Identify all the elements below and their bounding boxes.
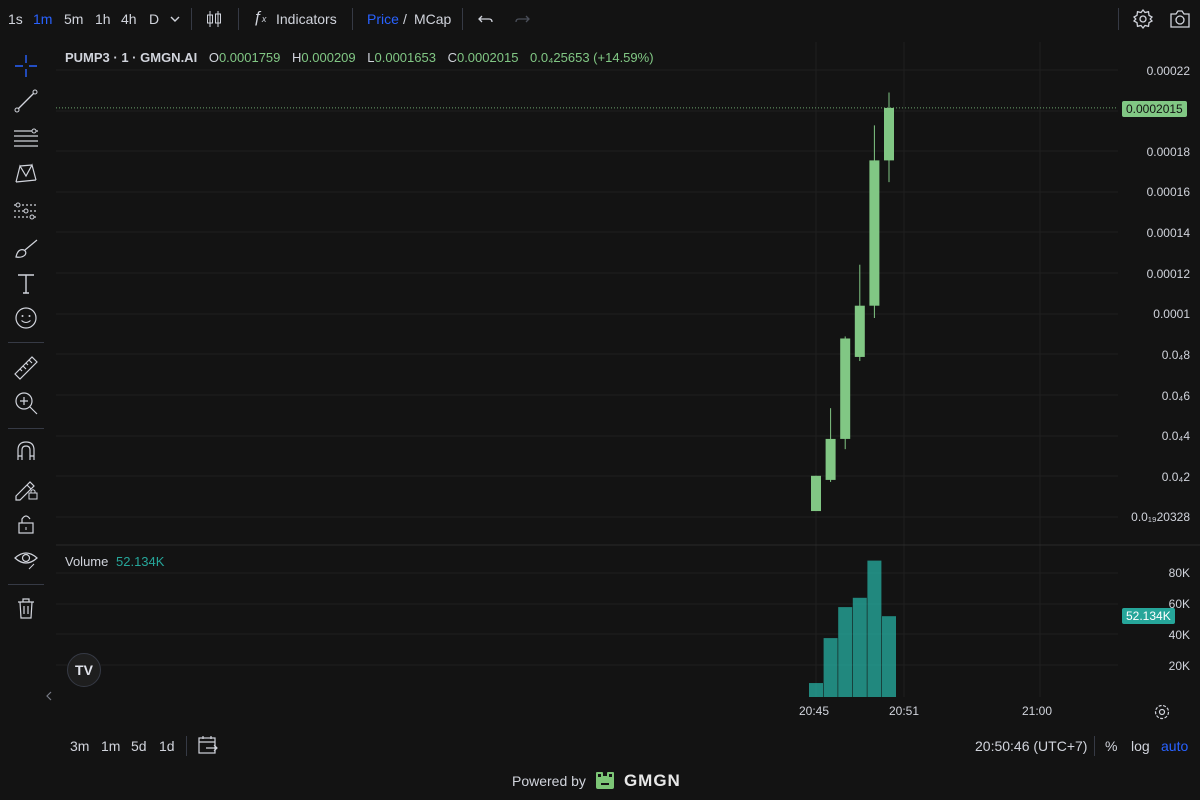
volume-bar: [823, 638, 838, 697]
prediction-icon[interactable]: [12, 197, 40, 225]
candle-body: [825, 438, 836, 480]
trash-icon[interactable]: [12, 594, 40, 622]
toggle-slash: /: [403, 11, 407, 27]
symbol-label[interactable]: PUMP3 · 1 · GMGN.AI: [65, 50, 197, 65]
trend-line-icon[interactable]: [12, 87, 40, 115]
price-axis-label: 0.00022: [1146, 64, 1190, 78]
redo-icon[interactable]: [512, 9, 532, 29]
candle-body: [869, 160, 880, 306]
high-key: H: [292, 50, 302, 65]
timeframe-5m[interactable]: 5m: [64, 11, 83, 27]
volume-bar: [809, 683, 823, 697]
undo-icon[interactable]: [476, 9, 496, 29]
brush-icon[interactable]: [12, 234, 40, 262]
ohlc-legend: PUMP3 · 1 · GMGN.AI O0.0001759 H0.000209…: [65, 50, 654, 65]
timeframe-1m[interactable]: 1m: [33, 11, 52, 27]
price-axis-label: 0.0₁₉20328: [1131, 510, 1190, 524]
emoji-icon[interactable]: [12, 304, 40, 332]
ruler-icon[interactable]: [12, 354, 40, 382]
gmgn-brand: GMGN: [623, 771, 681, 790]
chevron-down-icon[interactable]: [167, 11, 183, 27]
price-axis-label: 0.00016: [1146, 185, 1190, 199]
range-1d[interactable]: 1d: [159, 738, 175, 754]
chart-canvas[interactable]: [56, 42, 1200, 732]
time-axis-label: 20:51: [889, 704, 920, 718]
auto-scale-toggle[interactable]: auto: [1161, 738, 1188, 754]
volume-legend: Volume 52.134K: [65, 554, 164, 569]
indicators-button[interactable]: Indicators: [276, 11, 337, 27]
price-axis-label: 0.00012: [1146, 267, 1190, 281]
range-3m[interactable]: 3m: [70, 738, 89, 754]
top-toolbar: 1s 1m 5m 1h 4h D ƒx Indicators Price / M…: [0, 0, 1200, 38]
eye-icon[interactable]: [12, 545, 40, 573]
volume-bar: [882, 616, 896, 697]
timeframe-d[interactable]: D: [149, 11, 159, 27]
price-axis-label: 0.0₄6: [1161, 389, 1190, 403]
volume-bar: [838, 607, 853, 697]
volume-value: 52.134K: [116, 554, 165, 569]
last-price-tag: 0.0002015: [1122, 101, 1187, 117]
candle-body: [884, 107, 894, 161]
timeframe-1h[interactable]: 1h: [95, 11, 111, 27]
time-axis-label: 21:00: [1022, 704, 1053, 718]
low-value: 0.0001653: [374, 50, 436, 65]
clock-readout[interactable]: 20:50:46 (UTC+7): [975, 738, 1087, 754]
crosshair-icon[interactable]: [12, 52, 40, 80]
bottom-toolbar: 3m 1m 5d 1d 20:50:46 (UTC+7) % log auto: [0, 732, 1200, 760]
candles-icon[interactable]: [204, 9, 224, 29]
camera-icon[interactable]: [1168, 8, 1192, 30]
mcap-toggle[interactable]: MCap: [414, 11, 451, 27]
candle-body: [840, 338, 851, 439]
time-axis-label: 20:45: [799, 704, 830, 718]
last-volume-tag: 52.134K: [1122, 608, 1175, 624]
timeframe-1s[interactable]: 1s: [8, 11, 23, 27]
candle-body: [811, 475, 821, 512]
axis-settings-gear-icon[interactable]: [1153, 703, 1171, 721]
percent-scale-toggle[interactable]: %: [1105, 738, 1117, 754]
price-axis-label: 0.00018: [1146, 145, 1190, 159]
price-axis-label: 0.0₄2: [1161, 470, 1190, 484]
powered-by: Powered by GMGN: [512, 770, 681, 792]
high-value: 0.000209: [301, 50, 356, 65]
lock-drawing-icon[interactable]: [12, 474, 40, 502]
text-icon[interactable]: [12, 269, 40, 297]
settings-gear-icon[interactable]: [1132, 8, 1154, 30]
range-1m[interactable]: 1m: [101, 738, 120, 754]
drawing-toolbar: [0, 44, 52, 734]
low-key: L: [367, 50, 375, 65]
fx-icon[interactable]: ƒx: [253, 9, 266, 27]
price-axis-label: 0.0₄8: [1161, 348, 1190, 362]
fib-retracement-icon[interactable]: [12, 124, 40, 152]
price-axis-label: 0.00014: [1146, 226, 1190, 240]
open-value: 0.0001759: [218, 50, 281, 65]
price-toggle[interactable]: Price: [367, 11, 399, 27]
zoom-in-icon[interactable]: [12, 389, 40, 417]
calendar-goto-icon[interactable]: [197, 735, 219, 755]
log-scale-toggle[interactable]: log: [1131, 738, 1150, 754]
tradingview-logo[interactable]: TV: [67, 653, 101, 687]
collapse-chevron-icon[interactable]: [44, 689, 54, 703]
unlock-icon[interactable]: [12, 510, 40, 538]
range-5d[interactable]: 5d: [131, 738, 147, 754]
volume-bar: [852, 597, 867, 697]
powered-by-label: Powered by: [512, 773, 586, 789]
pattern-icon[interactable]: [12, 160, 40, 188]
volume-label[interactable]: Volume: [65, 554, 108, 569]
candle-body: [854, 305, 865, 357]
timeframe-4h[interactable]: 4h: [121, 11, 137, 27]
close-value: 0.0002015: [456, 50, 519, 65]
volume-axis-label: 40K: [1168, 628, 1190, 642]
price-axis-label: 0.0001: [1153, 307, 1190, 321]
chart-area[interactable]: PUMP3 · 1 · GMGN.AI O0.0001759 H0.000209…: [56, 42, 1200, 732]
volume-axis-label: 20K: [1168, 659, 1190, 673]
close-key: C: [447, 50, 457, 65]
volume-axis-label: 80K: [1168, 566, 1190, 580]
volume-bar: [867, 560, 882, 697]
magnet-icon[interactable]: [12, 438, 40, 466]
price-axis-label: 0.0₄4: [1161, 429, 1190, 443]
change-value: 0.0₄25653 (+14.59%): [530, 50, 654, 65]
open-key: O: [208, 50, 219, 65]
gmgn-frog-logo: [595, 772, 614, 789]
